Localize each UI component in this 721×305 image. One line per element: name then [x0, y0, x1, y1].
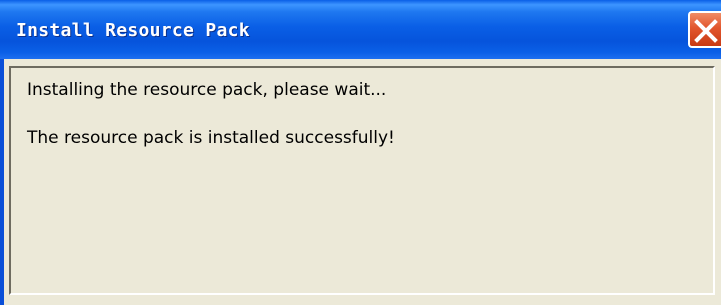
close-icon — [694, 19, 718, 43]
log-line: Installing the resource pack, please wai… — [27, 80, 387, 100]
window-frame-left — [0, 59, 4, 305]
window-title: Install Resource Pack — [16, 20, 250, 41]
install-dialog: Install Resource Pack Installing the res… — [0, 0, 721, 305]
title-bar[interactable]: Install Resource Pack — [0, 0, 721, 59]
close-button[interactable] — [688, 11, 721, 48]
log-line: The resource pack is installed successfu… — [27, 128, 395, 148]
install-log-textarea[interactable]: Installing the resource pack, please wai… — [9, 66, 715, 295]
